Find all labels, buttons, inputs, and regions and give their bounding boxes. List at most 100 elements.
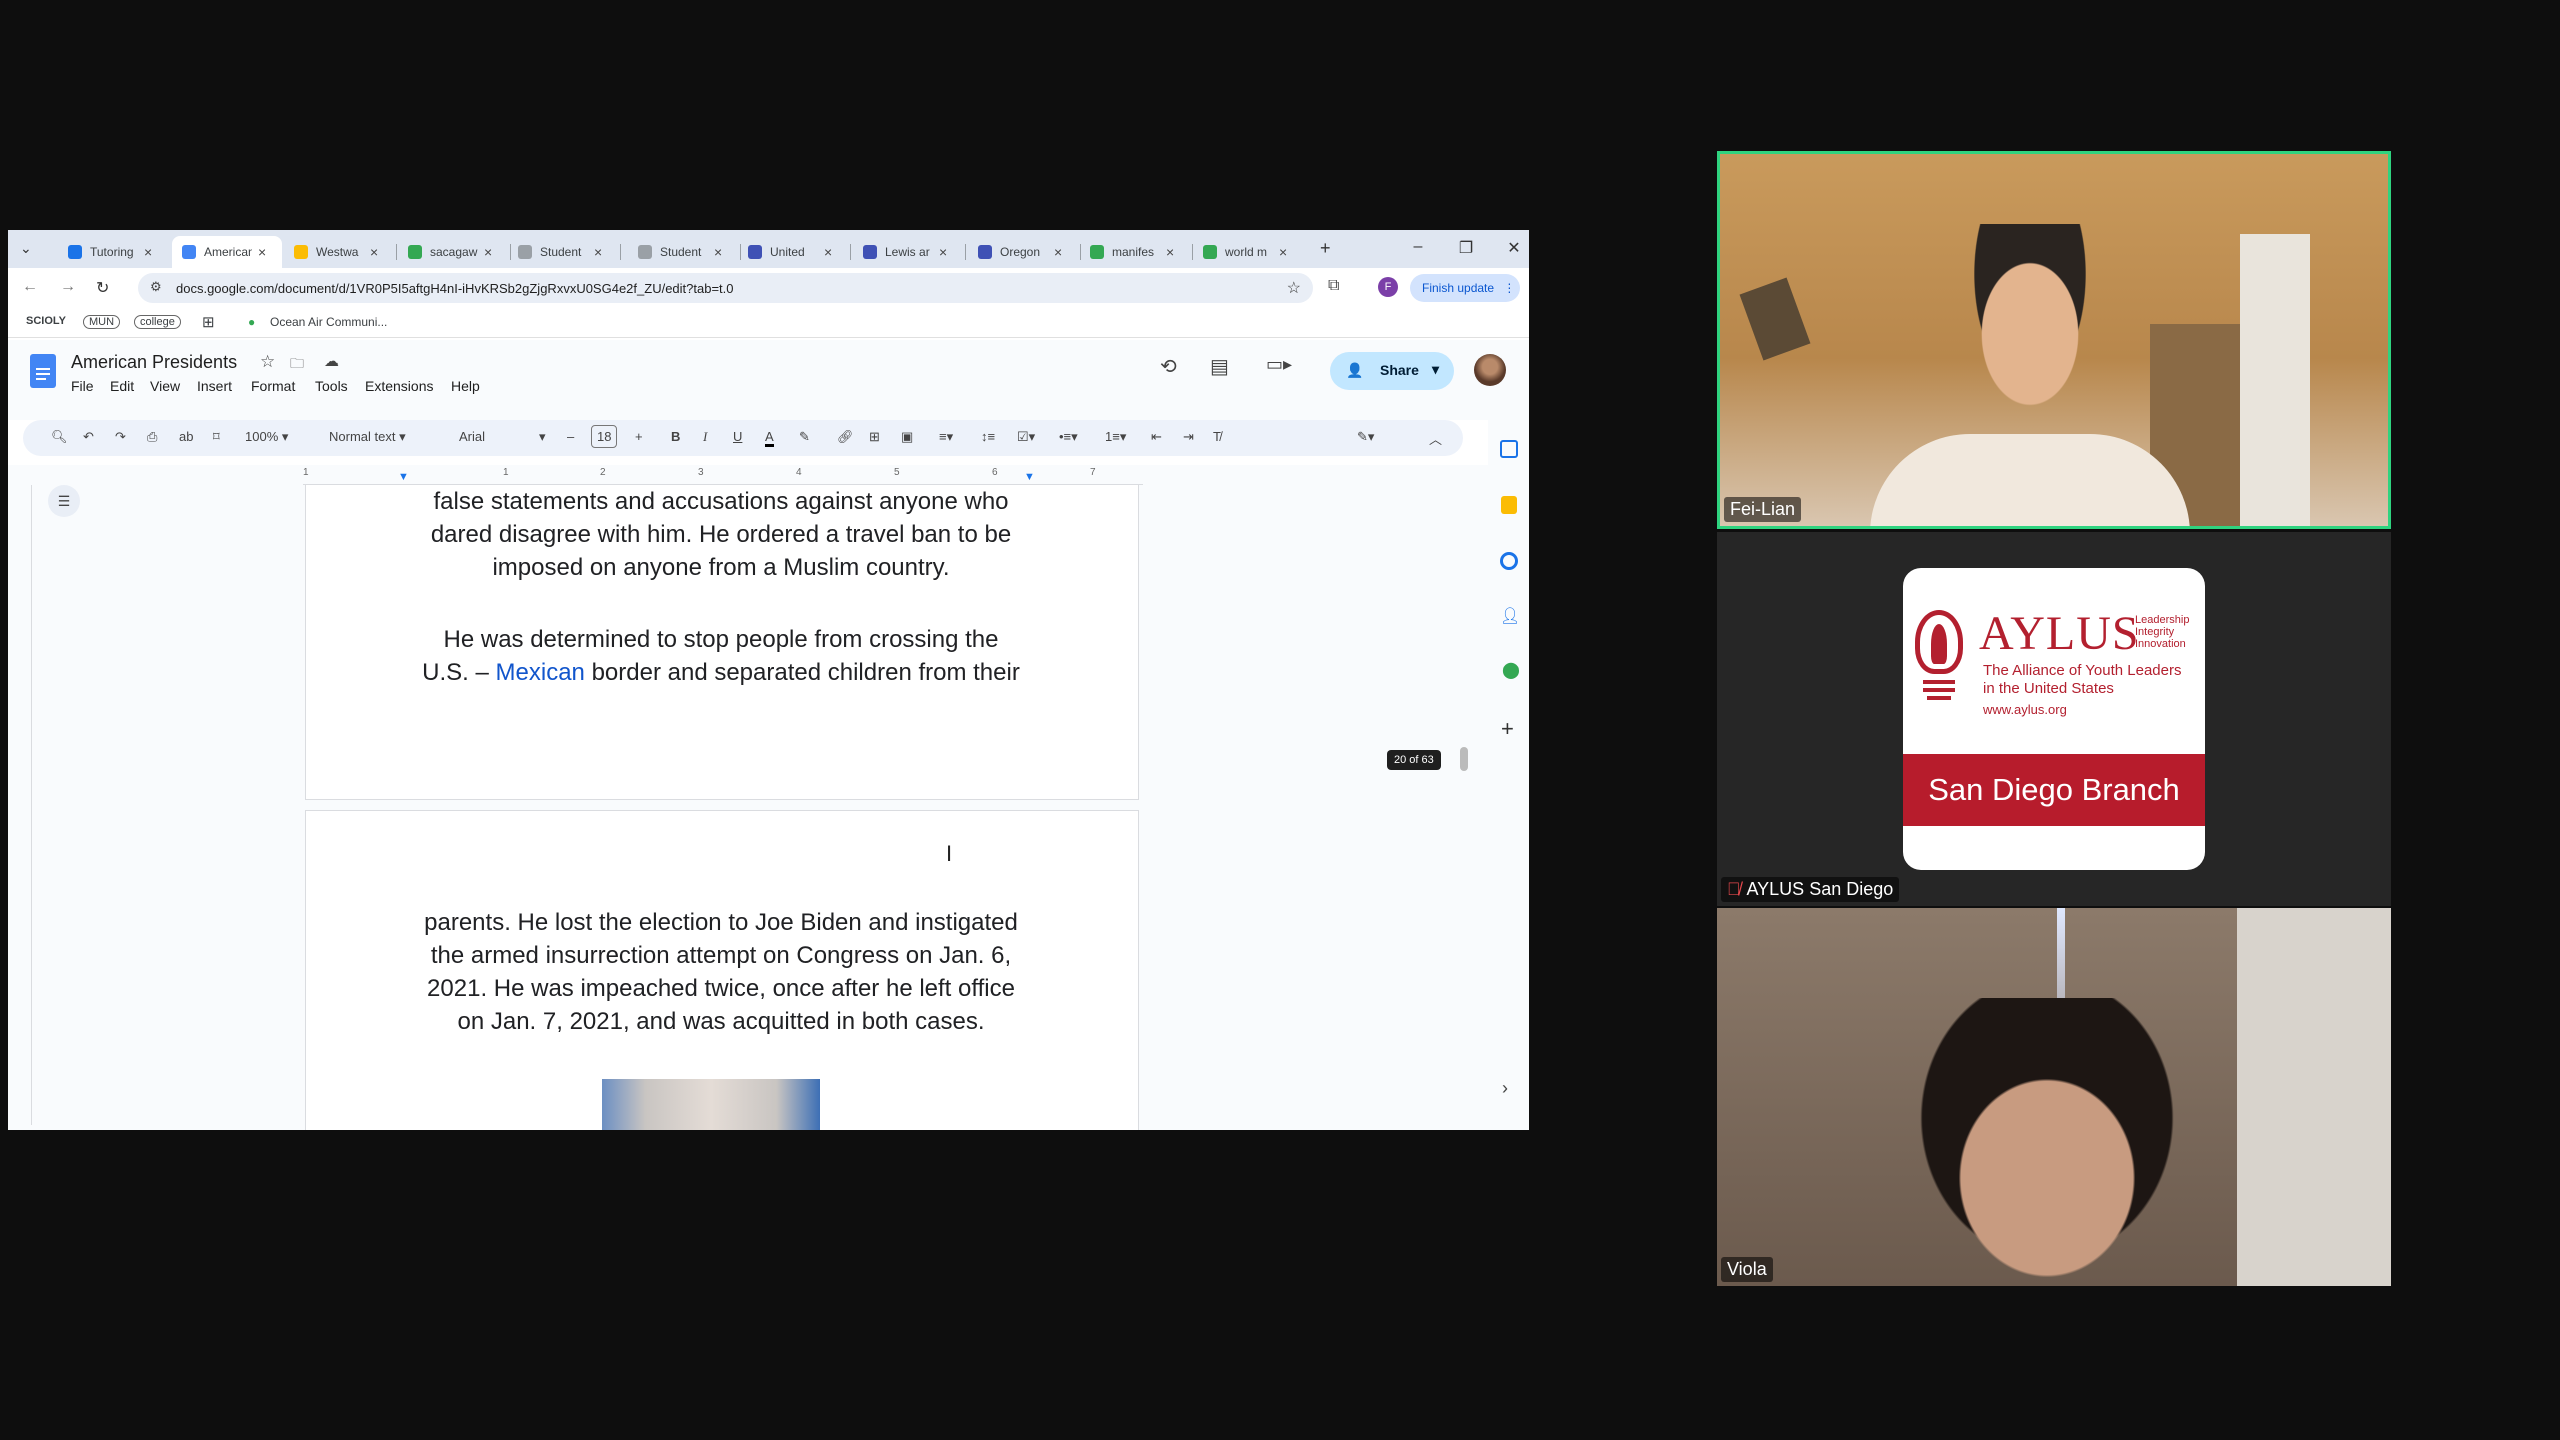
bookmark-star-icon[interactable]: ☆ bbox=[1287, 278, 1301, 298]
share-button[interactable]: 👤 Share ▾ bbox=[1330, 352, 1454, 390]
expand-panel-icon[interactable]: › bbox=[1502, 1078, 1508, 1099]
participant-tile[interactable]: Viola bbox=[1717, 908, 2391, 1286]
keep-icon[interactable] bbox=[1501, 496, 1517, 514]
add-addon-icon[interactable]: + bbox=[1501, 716, 1514, 742]
tab-close-icon[interactable]: × bbox=[484, 244, 492, 260]
font-size-decrease-button[interactable]: – bbox=[567, 429, 574, 444]
paint-format-icon[interactable]: ⌑ bbox=[213, 429, 220, 445]
apps-grid-icon[interactable]: ⊞ bbox=[202, 313, 215, 331]
tab-search-icon[interactable]: ⌄ bbox=[20, 240, 32, 257]
paragraph[interactable]: false statements and accusations against… bbox=[366, 485, 1076, 584]
bookmark-scioly[interactable]: SCIOLY bbox=[26, 315, 66, 327]
text-color-button[interactable]: A bbox=[765, 429, 774, 447]
participant-tile[interactable]: Fei-Lian bbox=[1717, 151, 2391, 529]
tab-close-icon[interactable]: × bbox=[594, 244, 602, 260]
search-menus-icon[interactable]: 🔍︎ bbox=[51, 429, 68, 445]
browser-tab[interactable]: Student × bbox=[628, 236, 738, 268]
menu-file[interactable]: File bbox=[71, 378, 94, 394]
embedded-photo[interactable] bbox=[602, 1079, 820, 1130]
browser-tab[interactable]: United × bbox=[738, 236, 848, 268]
star-icon[interactable]: ☆ bbox=[260, 352, 275, 372]
insert-link-icon[interactable]: 🔗︎ bbox=[837, 429, 854, 445]
mexican-link[interactable]: Mexican bbox=[496, 659, 585, 686]
menu-view[interactable]: View bbox=[150, 378, 180, 394]
participant-tile[interactable]: AYLUS Leadership Integrity Innovation Th… bbox=[1717, 532, 2391, 906]
decrease-indent-icon[interactable]: ⇤ bbox=[1151, 429, 1162, 445]
bookmark-mun[interactable]: MUN bbox=[83, 315, 121, 329]
font-size-input[interactable]: 18 bbox=[591, 425, 618, 448]
print-icon[interactable]: ⎙ bbox=[147, 429, 157, 445]
finish-update-button[interactable]: Finish update ⋮ bbox=[1410, 274, 1520, 302]
browser-tab[interactable]: world m × bbox=[1193, 236, 1303, 268]
undo-icon[interactable]: ↶ bbox=[83, 429, 94, 445]
browser-tab[interactable]: manifes × bbox=[1080, 236, 1190, 268]
browser-tab[interactable]: Lewis ar × bbox=[853, 236, 963, 268]
font-size-increase-button[interactable]: + bbox=[635, 429, 643, 444]
version-history-icon[interactable]: ⟲ bbox=[1160, 354, 1177, 379]
paragraph[interactable]: He was determined to stop people from cr… bbox=[366, 623, 1076, 689]
menu-insert[interactable]: Insert bbox=[197, 378, 232, 394]
style-select[interactable]: Normal text ▾ bbox=[329, 429, 406, 445]
browser-tab[interactable]: Westwa × bbox=[284, 236, 394, 268]
tab-close-icon[interactable]: × bbox=[370, 244, 378, 260]
browser-tab[interactable]: Tutoring × bbox=[58, 236, 168, 268]
highlight-icon[interactable]: ✎ bbox=[799, 429, 810, 445]
editing-mode-icon[interactable]: ✎▾ bbox=[1357, 429, 1374, 445]
tab-close-icon[interactable]: × bbox=[939, 244, 947, 260]
font-select[interactable]: Arial ▾ bbox=[459, 429, 549, 444]
bulleted-list-icon[interactable]: •≡▾ bbox=[1059, 429, 1078, 445]
site-info-icon[interactable]: ⚙ bbox=[150, 279, 162, 295]
italic-button[interactable]: I bbox=[703, 429, 707, 445]
share-dropdown-icon[interactable]: ▾ bbox=[1432, 361, 1439, 378]
tab-close-icon[interactable]: × bbox=[1166, 244, 1174, 260]
checklist-icon[interactable]: ☑▾ bbox=[1017, 429, 1035, 445]
menu-tools[interactable]: Tools bbox=[315, 378, 348, 394]
calendar-icon[interactable] bbox=[1500, 440, 1518, 458]
spellcheck-icon[interactable]: ab bbox=[179, 429, 193, 444]
bold-button[interactable]: B bbox=[671, 429, 680, 444]
close-window-button[interactable]: ✕ bbox=[1504, 238, 1524, 258]
meet-icon[interactable]: ▭▸ bbox=[1266, 354, 1292, 375]
reload-button[interactable]: ↻ bbox=[96, 278, 109, 298]
menu-edit[interactable]: Edit bbox=[110, 378, 134, 394]
clear-formatting-icon[interactable]: T̸ bbox=[1213, 429, 1221, 444]
document-title[interactable]: American Presidents bbox=[71, 352, 237, 373]
left-indent-marker[interactable]: ▼ bbox=[398, 471, 409, 483]
docs-logo-icon[interactable] bbox=[30, 354, 56, 388]
browser-tab[interactable]: sacagaw × bbox=[398, 236, 508, 268]
back-button[interactable]: ← bbox=[22, 278, 38, 296]
add-comment-icon[interactable]: ⊞ bbox=[869, 429, 880, 445]
numbered-list-icon[interactable]: 1≡▾ bbox=[1105, 429, 1126, 445]
menu-extensions[interactable]: Extensions bbox=[365, 378, 433, 394]
menu-format[interactable]: Format bbox=[251, 378, 295, 394]
bookmark-college[interactable]: college bbox=[134, 315, 181, 329]
tab-close-icon[interactable]: × bbox=[1054, 244, 1062, 260]
align-icon[interactable]: ≡▾ bbox=[939, 429, 953, 445]
bookmark-ocean-air[interactable]: Ocean Air Communi... bbox=[270, 315, 387, 329]
minimize-button[interactable]: – bbox=[1408, 238, 1428, 256]
browser-tab[interactable]: Oregon × bbox=[968, 236, 1078, 268]
tab-close-icon[interactable]: × bbox=[1279, 244, 1287, 260]
line-spacing-icon[interactable]: ↕≡ bbox=[981, 429, 995, 444]
redo-icon[interactable]: ↷ bbox=[115, 429, 126, 445]
tab-close-icon[interactable]: × bbox=[824, 244, 832, 260]
tab-close-icon[interactable]: × bbox=[714, 244, 722, 260]
extensions-icon[interactable]: ⧉ bbox=[1328, 277, 1339, 295]
tab-close-icon[interactable]: × bbox=[258, 244, 266, 260]
document-outline-icon[interactable]: ☰ bbox=[48, 485, 80, 517]
comments-icon[interactable]: ▤ bbox=[1210, 354, 1229, 379]
move-folder-icon[interactable]: 🗀 bbox=[290, 353, 304, 377]
tab-close-icon[interactable]: × bbox=[144, 244, 152, 260]
user-avatar[interactable] bbox=[1474, 354, 1506, 386]
insert-image-icon[interactable]: ▣ bbox=[901, 429, 913, 445]
underline-button[interactable]: U bbox=[733, 429, 742, 444]
increase-indent-icon[interactable]: ⇥ bbox=[1183, 429, 1194, 445]
zoom-select[interactable]: 100% ▾ bbox=[245, 429, 288, 445]
new-tab-button[interactable]: + bbox=[1320, 238, 1331, 259]
browser-tab[interactable]: Student × bbox=[508, 236, 618, 268]
right-indent-marker[interactable]: ▼ bbox=[1024, 471, 1035, 483]
browser-tab[interactable]: American × bbox=[172, 236, 282, 268]
paragraph[interactable]: parents. He lost the election to Joe Bid… bbox=[366, 906, 1076, 1038]
scrollbar-thumb[interactable] bbox=[1460, 747, 1468, 771]
menu-help[interactable]: Help bbox=[451, 378, 480, 394]
